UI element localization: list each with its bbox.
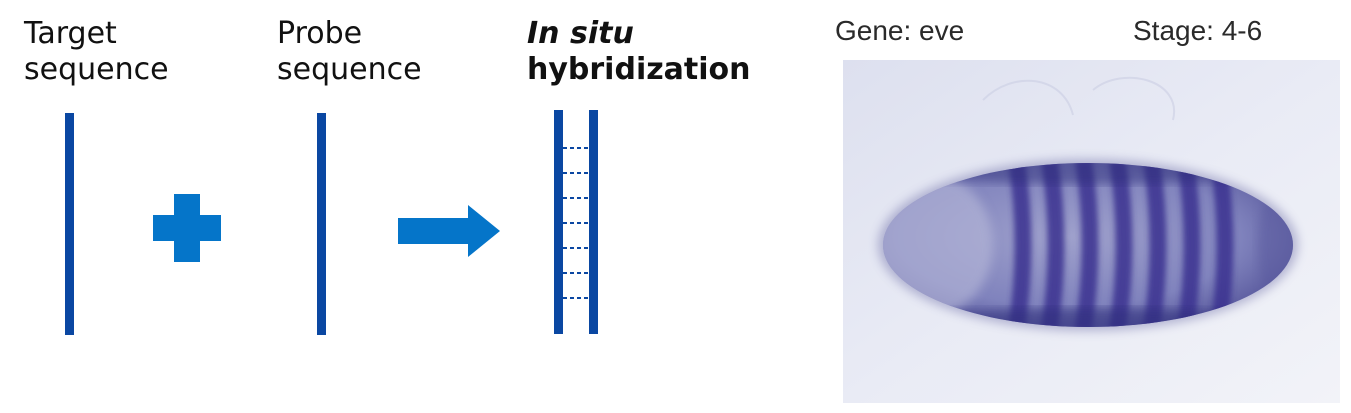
probe-label-line1: Probe	[277, 16, 363, 51]
probe-strand	[317, 113, 326, 335]
target-strand	[65, 113, 74, 335]
target-label-line1: Target	[24, 16, 117, 51]
plus-icon	[153, 194, 221, 262]
target-label-line2: sequence	[24, 52, 169, 87]
in-situ-hybridization-label: In situ hybridization	[527, 16, 751, 88]
base-pair-bonds	[563, 147, 589, 299]
hybrid-probe-strand	[589, 110, 598, 334]
probe-label-line2: sequence	[277, 52, 422, 87]
stage-caption: Stage: 4-6	[1133, 15, 1263, 46]
embryo-micrograph	[843, 60, 1340, 403]
gene-caption: Gene: eve	[835, 15, 965, 46]
hybrid-target-strand	[554, 110, 563, 334]
right-arrow-icon	[398, 205, 500, 257]
probe-sequence-label: Probe sequence	[277, 16, 422, 88]
hybridization-label: hybridization	[527, 52, 751, 87]
target-sequence-label: Target sequence	[24, 16, 169, 88]
in-situ-label: In situ	[527, 16, 634, 51]
